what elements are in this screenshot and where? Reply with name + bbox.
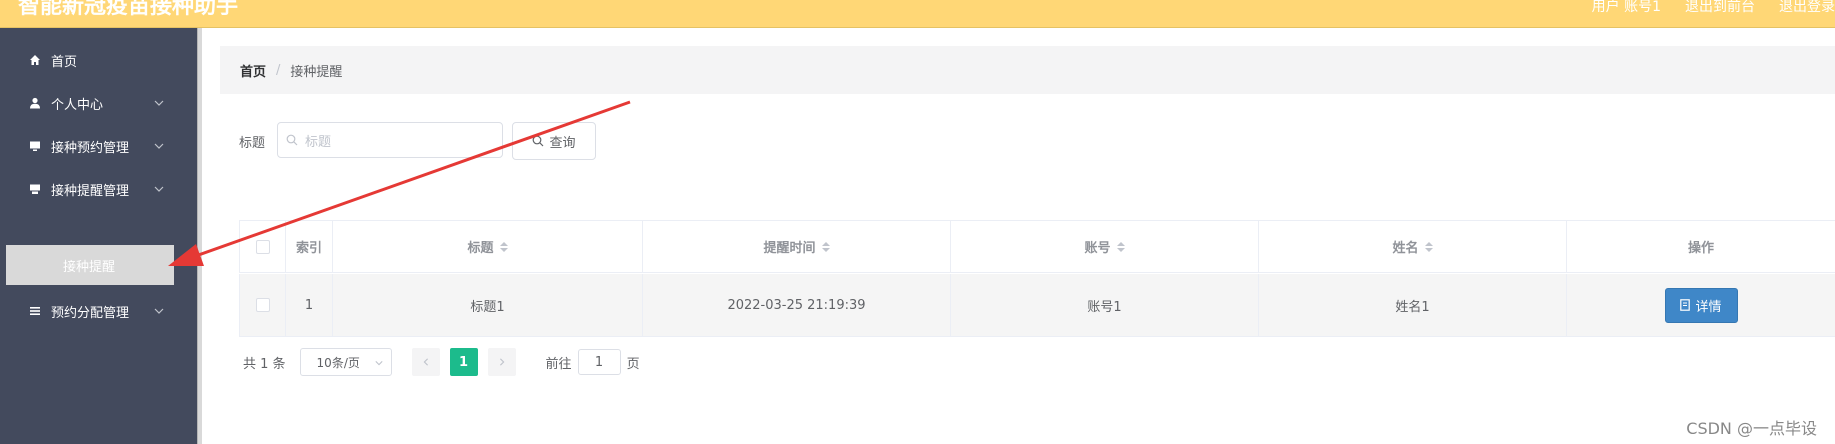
column-header-name[interactable]: 姓名 <box>1259 221 1567 272</box>
prev-page-button[interactable] <box>411 348 440 376</box>
column-header-index: 索引 <box>286 221 333 272</box>
search-icon <box>286 134 298 146</box>
sidebar-scroll-edge <box>197 28 202 444</box>
monitor-icon <box>28 139 42 153</box>
sidebar: 首页 个人中心 接种预约管理 接种提醒管理 接种提醒 预约分配管理 <box>0 28 197 444</box>
cell-actions: 详情 <box>1567 274 1835 336</box>
sidebar-item-home[interactable]: 首页 <box>0 40 197 80</box>
printer-icon <box>28 182 42 196</box>
table-header-row: 索引 标题 提醒时间 账号 姓名 操作 <box>239 221 1835 273</box>
page-size-select[interactable]: 10条/页 <box>299 348 392 376</box>
row-checkbox[interactable] <box>255 298 270 312</box>
chevron-down-icon <box>154 100 164 106</box>
top-links: 用户 账号1 退出到前台 退出登录 <box>1592 0 1835 16</box>
page-size-value: 10条/页 <box>316 355 360 370</box>
exit-to-frontend-link[interactable]: 退出到前台 <box>1685 0 1755 16</box>
cell-name: 姓名1 <box>1259 274 1567 336</box>
column-header-label: 账号 <box>1084 241 1111 256</box>
sidebar-item-appointment-allocation[interactable]: 预约分配管理 <box>0 291 197 331</box>
search-title-label: 标题 <box>239 136 266 151</box>
chevron-left-icon <box>423 358 428 366</box>
search-placeholder: 标题 <box>305 134 332 150</box>
sidebar-item-label: 预约分配管理 <box>51 305 130 321</box>
query-button-label: 查询 <box>549 135 576 151</box>
watermark: CSDN @一点毕设 <box>1686 419 1817 438</box>
sort-icon[interactable] <box>1116 241 1125 252</box>
sidebar-item-label: 首页 <box>51 54 78 70</box>
chevron-down-icon <box>154 186 164 192</box>
select-all-cell <box>239 221 286 272</box>
top-bar: 智能新冠疫苗接种助手 用户 账号1 退出到前台 退出登录 <box>0 0 1835 28</box>
cell-title: 标题1 <box>333 274 643 336</box>
data-table: 索引 标题 提醒时间 账号 姓名 操作 1 标题1 2022-03-25 21:… <box>239 220 1835 337</box>
query-button[interactable]: 查询 <box>512 122 596 160</box>
column-header-label: 姓名 <box>1392 241 1419 256</box>
cell-index: 1 <box>286 274 333 336</box>
chevron-down-icon <box>154 143 164 149</box>
cell-remind-time: 2022-03-25 21:19:39 <box>643 274 951 336</box>
sidebar-item-label: 接种预约管理 <box>51 140 130 156</box>
goto-page-input[interactable]: 1 <box>577 349 621 375</box>
sidebar-item-label: 个人中心 <box>51 97 104 113</box>
column-header-label: 标题 <box>467 241 494 256</box>
list-icon <box>28 304 42 318</box>
pagination: 共 1 条 10条/页 1 前往 1 页 <box>243 348 640 376</box>
sidebar-item-vaccination-appointment[interactable]: 接种预约管理 <box>0 126 197 166</box>
breadcrumb: 首页 / 接种提醒 <box>220 46 1835 94</box>
column-header-title[interactable]: 标题 <box>333 221 643 272</box>
column-header-account[interactable]: 账号 <box>951 221 1259 272</box>
chevron-down-icon <box>374 361 383 366</box>
goto-prefix: 前往 <box>545 356 572 372</box>
sidebar-item-vaccination-reminder[interactable]: 接种提醒管理 <box>0 169 197 209</box>
column-header-actions: 操作 <box>1687 241 1714 256</box>
detail-button[interactable]: 详情 <box>1664 287 1738 323</box>
pagination-total: 共 1 条 <box>243 356 286 372</box>
current-user-link[interactable]: 用户 账号1 <box>1592 0 1661 16</box>
breadcrumb-home[interactable]: 首页 <box>240 61 266 80</box>
breadcrumb-separator: / <box>276 62 281 78</box>
home-icon <box>28 53 42 67</box>
column-header-remind-time[interactable]: 提醒时间 <box>643 221 951 272</box>
sidebar-subitem-label: 接种提醒 <box>63 259 116 275</box>
sidebar-subitem-vaccination-reminder[interactable]: 接种提醒 <box>6 245 174 285</box>
page-number-button[interactable]: 1 <box>449 348 478 376</box>
user-icon <box>28 96 42 110</box>
sort-icon[interactable] <box>499 241 508 252</box>
document-icon <box>1680 299 1691 311</box>
sidebar-item-label: 接种提醒管理 <box>51 183 130 199</box>
next-page-button[interactable] <box>487 348 516 376</box>
chevron-down-icon <box>154 308 164 314</box>
table-row: 1 标题1 2022-03-25 21:19:39 账号1 姓名1 详情 <box>239 274 1835 337</box>
logout-link[interactable]: 退出登录 <box>1779 0 1835 16</box>
sort-icon[interactable] <box>821 241 830 252</box>
search-title-input[interactable]: 标题 <box>277 122 503 158</box>
app-title: 智能新冠疫苗接种助手 <box>18 0 239 19</box>
row-select-cell <box>239 274 286 336</box>
sort-icon[interactable] <box>1424 241 1433 252</box>
detail-button-label: 详情 <box>1695 299 1722 315</box>
sidebar-item-personal-center[interactable]: 个人中心 <box>0 83 197 123</box>
select-all-checkbox[interactable] <box>255 239 270 254</box>
goto-suffix: 页 <box>626 356 640 372</box>
search-icon <box>533 135 544 147</box>
cell-account: 账号1 <box>951 274 1259 336</box>
breadcrumb-current: 接种提醒 <box>290 64 343 80</box>
chevron-right-icon <box>499 358 504 366</box>
column-header-label: 提醒时间 <box>763 241 816 256</box>
